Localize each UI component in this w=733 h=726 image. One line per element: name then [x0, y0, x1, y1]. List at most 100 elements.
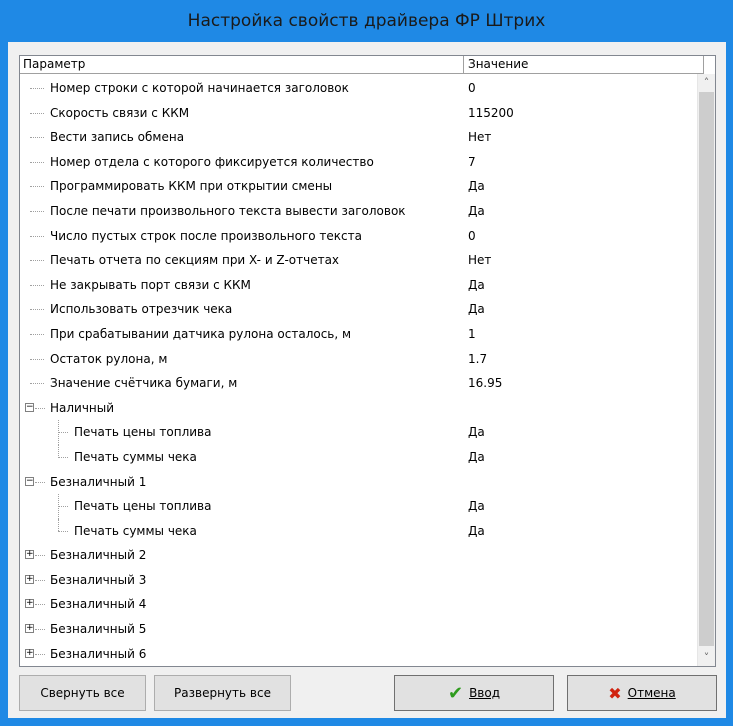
- chevron-up-icon[interactable]: ˄: [698, 74, 715, 91]
- parameter-label: Печать отчета по секциям при X- и Z-отче…: [50, 253, 340, 268]
- tree-connector: [58, 432, 68, 434]
- parameter-value[interactable]: Да: [468, 278, 485, 292]
- collapse-all-label: Свернуть все: [40, 686, 125, 700]
- expand-icon[interactable]: +: [25, 624, 34, 634]
- parameter-label: Вести запись обмена: [50, 130, 185, 145]
- vertical-scrollbar[interactable]: ˄ ˅: [697, 74, 715, 666]
- parameter-label: Число пустых строк после произвольного т…: [50, 228, 362, 243]
- table-row[interactable]: Печать цены топлива Да: [20, 494, 696, 519]
- table-row[interactable]: Не закрывать порт связи с ККМ Да: [20, 273, 696, 298]
- tree-group-row[interactable]: + Безналичный 6: [20, 642, 696, 666]
- collapse-icon[interactable]: −: [25, 402, 34, 412]
- table-row[interactable]: Печать отчета по секциям при X- и Z-отче…: [20, 248, 696, 273]
- parameter-value[interactable]: Да: [468, 179, 485, 193]
- tree-group-row[interactable]: − Безналичный 1: [20, 470, 696, 495]
- column-header-value[interactable]: Значение: [464, 56, 704, 74]
- parameter-value[interactable]: 16.95: [468, 376, 502, 390]
- tree-connector: [58, 456, 68, 459]
- tree-connector: [30, 284, 44, 287]
- parameter-value[interactable]: Нет: [468, 130, 491, 144]
- cancel-label: Отмена: [627, 686, 676, 700]
- table-row[interactable]: При срабатывании датчика рулона осталось…: [20, 322, 696, 347]
- parameter-value[interactable]: Да: [468, 499, 485, 513]
- parameter-label: Печать цены топлива: [74, 499, 212, 514]
- chevron-down-icon[interactable]: ˅: [698, 649, 715, 666]
- parameter-value[interactable]: 1.7: [468, 352, 487, 366]
- parameter-value[interactable]: Да: [468, 204, 485, 218]
- table-row[interactable]: Номер отдела с которого фиксируется коли…: [20, 150, 696, 175]
- tree-connector: [35, 629, 45, 631]
- tree-connector: [30, 358, 44, 361]
- parameter-value[interactable]: 7: [468, 155, 476, 169]
- tree-connector: [30, 161, 44, 164]
- tree-connector: [58, 444, 59, 458]
- parameter-value[interactable]: Да: [468, 524, 485, 538]
- grid-header: Параметр Значение: [20, 56, 715, 74]
- parameter-label: Скорость связи с ККМ: [50, 105, 190, 120]
- checkmark-icon: ✔: [447, 682, 464, 704]
- table-row[interactable]: Печать суммы чека Да: [20, 518, 696, 544]
- cross-icon: ✖: [608, 683, 622, 703]
- table-row[interactable]: Значение счётчика бумаги, м 16.95: [20, 371, 696, 396]
- parameter-value[interactable]: Да: [468, 302, 485, 316]
- parameter-label: Печать цены топлива: [74, 425, 212, 440]
- grid-rows: Номер строки с которой начинается заголо…: [20, 76, 696, 666]
- table-row[interactable]: Число пустых строк после произвольного т…: [20, 224, 696, 249]
- parameter-value[interactable]: 0: [468, 229, 476, 243]
- parameter-label: После печати произвольного текста вывест…: [50, 203, 406, 218]
- cancel-button[interactable]: ✖ Отмена: [567, 675, 717, 711]
- tree-connector: [30, 137, 44, 139]
- parameter-label: Безналичный 3: [50, 572, 147, 587]
- tree-connector: [35, 481, 45, 484]
- tree-group-row[interactable]: + Безналичный 5: [20, 617, 696, 642]
- parameter-label: При срабатывании датчика рулона осталось…: [50, 326, 352, 341]
- tree-connector: [30, 186, 44, 188]
- table-row[interactable]: Использовать отрезчик чека Да: [20, 297, 696, 322]
- parameter-label: Значение счётчика бумаги, м: [50, 376, 238, 391]
- parameter-label: Безналичный 1: [50, 474, 147, 489]
- table-row[interactable]: Печать цены топлива Да: [20, 420, 696, 445]
- table-row[interactable]: Скорость связи с ККМ 115200: [20, 101, 696, 126]
- expand-icon[interactable]: +: [25, 599, 34, 609]
- expand-all-label: Развернуть все: [174, 686, 271, 700]
- table-row[interactable]: Программировать ККМ при открытии смены Да: [20, 174, 696, 199]
- parameter-label: Программировать ККМ при открытии смены: [50, 179, 333, 194]
- column-header-parameter[interactable]: Параметр: [20, 56, 464, 74]
- table-row[interactable]: Печать суммы чека Да: [20, 444, 696, 470]
- parameter-value[interactable]: Да: [468, 450, 485, 464]
- tree-connector: [35, 555, 45, 557]
- parameter-value[interactable]: 1: [468, 327, 476, 341]
- tree-connector: [35, 653, 45, 656]
- tree-group-row[interactable]: − Наличный: [20, 396, 696, 421]
- parameter-value[interactable]: Да: [468, 425, 485, 439]
- tree-group-row[interactable]: + Безналичный 3: [20, 568, 696, 593]
- tree-connector: [35, 407, 45, 410]
- collapse-icon[interactable]: −: [25, 476, 34, 486]
- parameter-label: Не закрывать порт связи с ККМ: [50, 277, 251, 292]
- collapse-all-button[interactable]: Свернуть все: [19, 675, 146, 711]
- expand-all-button[interactable]: Развернуть все: [154, 675, 291, 711]
- parameter-label: Использовать отрезчик чека: [50, 302, 233, 317]
- tree-group-row[interactable]: + Безналичный 4: [20, 592, 696, 617]
- table-row[interactable]: После печати произвольного текста вывест…: [20, 199, 696, 224]
- table-row[interactable]: Номер строки с которой начинается заголо…: [20, 76, 696, 101]
- tree-group-row[interactable]: + Безналичный 2: [20, 543, 696, 568]
- properties-tree-grid[interactable]: Параметр Значение Номер строки с которой…: [19, 55, 716, 667]
- ok-button[interactable]: ✔ Ввод: [394, 675, 554, 711]
- expand-icon[interactable]: +: [25, 648, 34, 658]
- tree-connector: [30, 333, 44, 336]
- scrollbar-thumb[interactable]: [699, 92, 714, 646]
- table-row[interactable]: Остаток рулона, м 1.7: [20, 347, 696, 372]
- tree-connector: [58, 518, 59, 532]
- tree-connector: [30, 210, 44, 213]
- parameter-value[interactable]: 115200: [468, 106, 514, 120]
- ok-label: Ввод: [469, 686, 501, 700]
- expand-icon[interactable]: +: [25, 574, 34, 584]
- parameter-value[interactable]: Нет: [468, 253, 491, 267]
- window-title: Настройка свойств драйвера ФР Штрих: [187, 11, 546, 31]
- table-row[interactable]: Вести запись обмена Нет: [20, 125, 696, 150]
- parameter-value[interactable]: 0: [468, 81, 476, 95]
- dialog-client-area: Параметр Значение Номер строки с которой…: [8, 42, 726, 718]
- expand-icon[interactable]: +: [25, 550, 34, 560]
- parameter-label: Печать суммы чека: [74, 449, 197, 464]
